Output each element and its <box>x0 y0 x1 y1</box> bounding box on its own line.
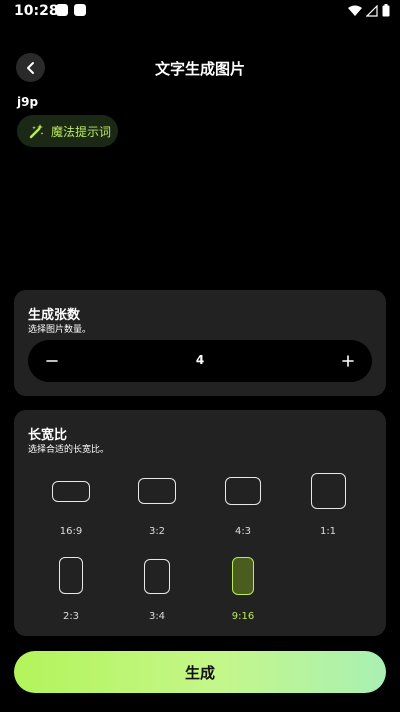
ratio-label: 16:9 <box>59 526 83 537</box>
signal-icon <box>366 4 378 17</box>
notification-icon <box>74 4 86 16</box>
ratio-shape <box>144 559 170 594</box>
ratio-label: 3:4 <box>148 611 166 622</box>
wifi-icon <box>348 5 362 16</box>
count-title: 生成张数 <box>28 308 81 323</box>
magic-prompt-label: 魔法提示词 <box>51 124 112 139</box>
prompt-text[interactable]: j9p <box>17 95 38 109</box>
count-stepper: 4 <box>28 340 372 382</box>
aspect-ratio-card: 长宽比 选择合适的长宽比。 16:9 3:2 4:3 1:1 2:3 3:4 9… <box>14 410 386 636</box>
ratio-shape <box>59 557 83 594</box>
ratio-label: 9:16 <box>231 611 255 622</box>
generate-button[interactable]: 生成 <box>14 651 386 693</box>
ratio-option-2-3[interactable]: 2:3 <box>41 555 101 625</box>
ratio-shape <box>52 481 90 502</box>
page-title: 文字生成图片 <box>154 60 245 78</box>
plus-icon <box>342 355 354 367</box>
ratio-label: 1:1 <box>319 526 337 537</box>
status-icons <box>348 4 390 17</box>
ratio-option-9-16[interactable]: 9:16 <box>213 555 273 625</box>
status-bar: 10:28 <box>0 0 400 24</box>
status-time: 10:28 <box>14 3 59 19</box>
magic-prompt-button[interactable]: 魔法提示词 <box>17 115 118 147</box>
ratio-shape <box>311 473 346 509</box>
ratio-shape-selected <box>232 557 254 595</box>
ratio-shape <box>138 478 176 504</box>
count-card: 生成张数 选择图片数量。 4 <box>14 290 386 396</box>
notification-icon <box>56 4 68 16</box>
ratio-option-1-1[interactable]: 1:1 <box>298 472 358 542</box>
ratio-shape <box>225 477 261 505</box>
ratio-label: 2:3 <box>62 611 80 622</box>
aspect-ratio-subtitle: 选择合适的长宽比。 <box>28 445 110 455</box>
generate-label: 生成 <box>184 663 215 682</box>
magic-wand-icon <box>29 124 44 139</box>
count-value: 4 <box>195 353 205 367</box>
ratio-option-3-2[interactable]: 3:2 <box>127 472 187 542</box>
ratio-label: 4:3 <box>234 526 252 537</box>
count-subtitle: 选择图片数量。 <box>28 325 92 335</box>
ratio-label: 3:2 <box>148 526 166 537</box>
aspect-ratio-title: 长宽比 <box>28 428 68 443</box>
increment-button[interactable] <box>338 351 358 371</box>
ratio-option-3-4[interactable]: 3:4 <box>127 555 187 625</box>
ratio-option-4-3[interactable]: 4:3 <box>213 472 273 542</box>
battery-icon <box>382 4 390 17</box>
ratio-option-16-9[interactable]: 16:9 <box>41 472 101 542</box>
